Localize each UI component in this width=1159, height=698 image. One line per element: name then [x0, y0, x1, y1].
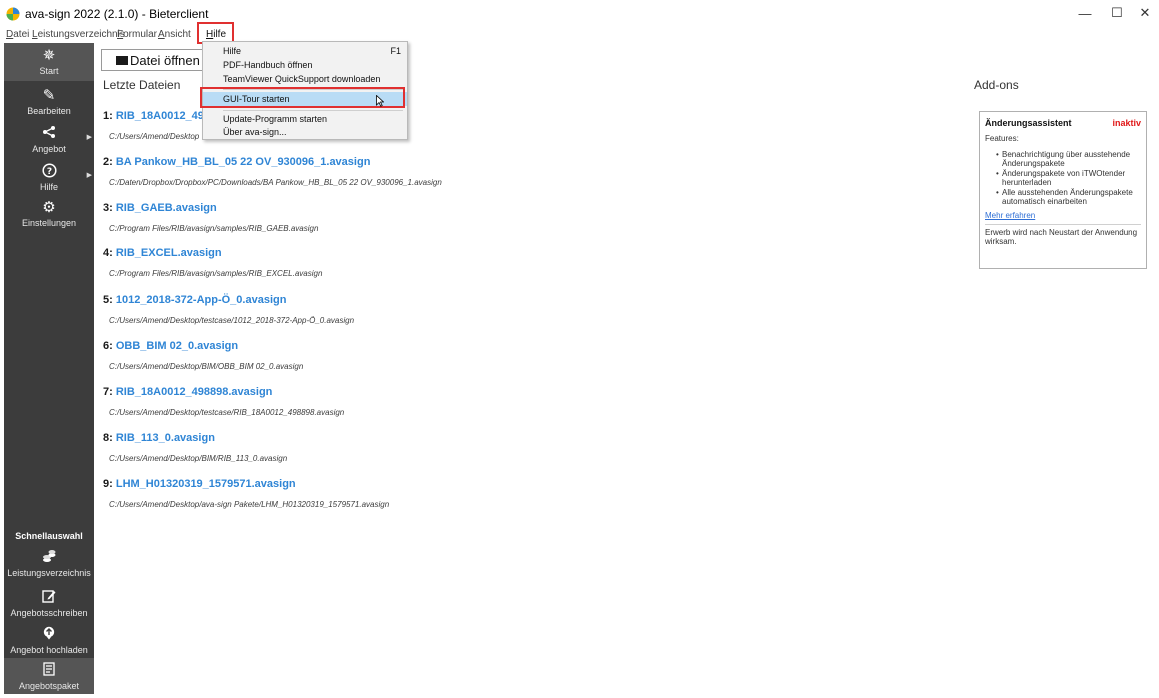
menu-item-pdf-handbuch[interactable]: PDF-Handbuch öffnen	[203, 58, 407, 72]
svg-text:?: ?	[46, 167, 51, 177]
gui-tour-highlight	[200, 87, 405, 108]
sidebar-item-angebot[interactable]: Angebot ▶	[4, 125, 94, 154]
gear-icon: ⚙	[42, 199, 56, 216]
share-icon	[4, 125, 94, 143]
recent-file-link[interactable]: 3: RIB_GAEB.avasign	[103, 202, 318, 214]
submenu-arrow-icon: ▶	[86, 172, 92, 179]
pencil-icon: ✎	[42, 87, 56, 104]
addon-name: Änderungsassistent	[985, 118, 1072, 128]
recent-file-path: C:/Users/Amend/Desktop/BIM/RIB_113_0.ava…	[109, 454, 288, 463]
maximize-icon: ☐	[1111, 5, 1123, 20]
help-icon: ?	[4, 163, 94, 181]
recent-file-link[interactable]: 1: RIB_18A0012_4988	[103, 110, 216, 122]
submenu-arrow-icon: ▶	[86, 134, 92, 141]
recent-file-path: C:/Program Files/RIB/avasign/samples/RIB…	[109, 269, 323, 278]
coins-icon	[4, 549, 94, 567]
menu-item-teamviewer[interactable]: TeamViewer QuickSupport downloaden	[203, 72, 407, 86]
divider	[985, 224, 1141, 225]
recent-file-path: C:/Users/Amend/Desktop/testcase/1012_201…	[109, 316, 355, 325]
recent-file-path: C:/Daten/Dropbox/Dropbox/PC/Downloads/BA…	[109, 178, 442, 187]
recent-file-link[interactable]: 6: OBB_BIM 02_0.avasign	[103, 340, 303, 352]
edit-document-icon	[4, 589, 94, 607]
learn-more-link[interactable]: Mehr erfahren	[985, 211, 1141, 220]
quick-item-angebotspaket[interactable]: Angebotspaket	[4, 658, 94, 694]
recent-file-path: C:/Users/Amend/Desktop	[109, 132, 200, 141]
addon-card: Änderungsassistent inaktiv Features: Ben…	[979, 111, 1147, 269]
recent-file-item[interactable]: 4: RIB_EXCEL.avasign C:/Program Files/RI…	[103, 247, 322, 278]
sidebar-item-einstellungen[interactable]: ⚙ Einstellungen	[4, 199, 94, 228]
quick-item-angebotsschreiben[interactable]: Angebotsschreiben	[4, 589, 94, 618]
folder-icon	[116, 55, 128, 65]
start-icon: ✵	[42, 47, 56, 64]
minimize-icon: —	[1078, 5, 1092, 21]
open-file-button[interactable]: Datei öffnen	[101, 49, 216, 71]
window-title: ava-sign 2022 (2.1.0) - Bieterclient	[25, 7, 209, 21]
recent-file-link[interactable]: 9: LHM_H01320319_1579571.avasign	[103, 478, 389, 490]
addon-features-label: Features:	[985, 134, 1019, 143]
addon-status-badge: inaktiv	[1112, 118, 1141, 128]
quick-select-title: Schnellauswahl	[15, 531, 83, 541]
recent-file-item[interactable]: 6: OBB_BIM 02_0.avasign C:/Users/Amend/D…	[103, 340, 303, 371]
recent-file-item[interactable]: 5: 1012_2018-372-App-Ö_0.avasign C:/User…	[103, 294, 354, 325]
menu-item-hilfe[interactable]: Hilfe F1	[203, 44, 407, 58]
recent-file-path: C:/Users/Amend/Desktop/testcase/RIB_18A0…	[109, 408, 345, 417]
sidebar-item-start[interactable]: ✵ Start	[4, 43, 94, 81]
recent-file-path: C:/Program Files/RIB/avasign/samples/RIB…	[109, 224, 319, 233]
menu-separator	[223, 110, 403, 111]
sidebar-item-bearbeiten[interactable]: ✎ Bearbeiten	[4, 87, 94, 116]
mouse-cursor-icon	[376, 95, 384, 107]
addon-feature-list: Benachrichtigung über ausstehende Änderu…	[985, 150, 1141, 206]
addons-title: Add-ons	[974, 78, 1019, 92]
recent-file-link[interactable]: 2: BA Pankow_HB_BL_05 22 OV_930096_1.ava…	[103, 156, 442, 168]
menu-formular[interactable]: Formular	[117, 29, 157, 40]
recent-file-item[interactable]: 1: RIB_18A0012_4988 C:/Users/Amend/Deskt…	[103, 110, 216, 141]
upload-icon	[4, 626, 94, 644]
recent-file-path: C:/Users/Amend/Desktop/BIM/OBB_BIM 02_0.…	[109, 362, 304, 371]
menu-ansicht[interactable]: Ansicht	[158, 29, 191, 40]
recent-file-path: C:/Users/Amend/Desktop/ava-sign Pakete/L…	[109, 500, 390, 509]
recent-file-link[interactable]: 7: RIB_18A0012_498898.avasign	[103, 386, 344, 398]
recent-file-link[interactable]: 5: 1012_2018-372-App-Ö_0.avasign	[103, 294, 354, 306]
recent-file-link[interactable]: 4: RIB_EXCEL.avasign	[103, 247, 322, 259]
menu-datei[interactable]: Datei	[6, 29, 29, 40]
addon-note: Erwerb wird nach Neustart der Anwendung …	[985, 228, 1138, 246]
quick-item-angebot-hochladen[interactable]: Angebot hochladen	[4, 626, 94, 655]
recent-file-item[interactable]: 2: BA Pankow_HB_BL_05 22 OV_930096_1.ava…	[103, 156, 442, 187]
recent-file-item[interactable]: 9: LHM_H01320319_1579571.avasign C:/User…	[103, 478, 389, 509]
menu-bar: Datei Leistungsverzeichnis Formular Ansi…	[0, 26, 1159, 42]
addon-feature-item: Änderungspakete von iTWOtender herunterl…	[985, 169, 1141, 187]
recent-files-title: Letzte Dateien	[103, 78, 181, 92]
app-logo-icon	[6, 7, 20, 21]
sidebar: ✵ Start ✎ Bearbeiten Angebot ▶ ? Hilfe ▶…	[4, 43, 94, 694]
addon-feature-item: Alle ausstehenden Änderungspakete automa…	[985, 188, 1141, 206]
menu-item-about[interactable]: Über ava-sign...	[203, 125, 407, 139]
package-icon	[4, 662, 94, 680]
quick-item-leistungsverzeichnis[interactable]: Leistungsverzeichnis	[4, 549, 94, 578]
close-icon: ✕	[1139, 5, 1151, 20]
menu-item-update[interactable]: Update-Programm starten	[203, 112, 407, 126]
recent-file-item[interactable]: 7: RIB_18A0012_498898.avasign C:/Users/A…	[103, 386, 344, 417]
recent-file-link[interactable]: 8: RIB_113_0.avasign	[103, 432, 287, 444]
menu-leistungsverzeichnis[interactable]: Leistungsverzeichnis	[32, 29, 125, 40]
title-bar: ava-sign 2022 (2.1.0) - Bieterclient — ☐…	[0, 0, 1159, 26]
sidebar-item-hilfe[interactable]: ? Hilfe ▶	[4, 163, 94, 192]
recent-file-item[interactable]: 3: RIB_GAEB.avasign C:/Program Files/RIB…	[103, 202, 318, 233]
recent-file-item[interactable]: 8: RIB_113_0.avasign C:/Users/Amend/Desk…	[103, 432, 287, 463]
close-button[interactable]: ✕	[1125, 0, 1159, 26]
addon-feature-item: Benachrichtigung über ausstehende Änderu…	[985, 150, 1141, 168]
